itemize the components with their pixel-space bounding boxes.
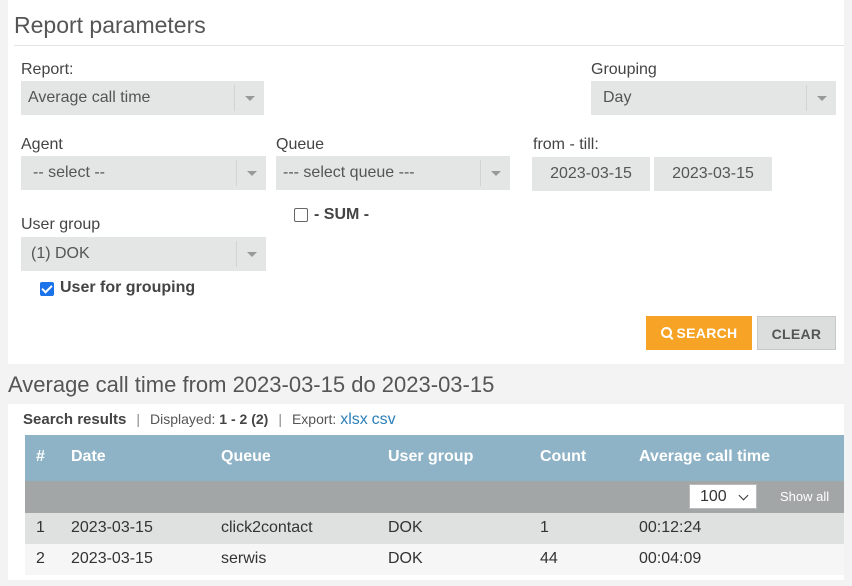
user-group-label: User group — [21, 216, 101, 233]
panel-title: Report parameters — [14, 12, 206, 38]
search-icon — [660, 327, 673, 339]
title-divider — [14, 45, 844, 46]
column-header-date[interactable]: Date — [71, 448, 106, 466]
user-for-grouping-label: User for grouping — [60, 279, 196, 296]
queue-label: Queue — [276, 136, 325, 153]
sum-checkbox[interactable] — [294, 208, 308, 222]
column-header-queue[interactable]: Queue — [221, 448, 271, 466]
displayed-label: Displayed: — [150, 411, 216, 427]
export-label: Export: — [291, 411, 337, 427]
search-results-label: Search results — [23, 411, 127, 428]
user-for-grouping-checkbox[interactable] — [40, 282, 54, 296]
results-title: Average call time from 2023-03-15 do 202… — [8, 372, 495, 397]
agent-label: Agent — [21, 136, 63, 153]
report-select[interactable]: Average call time — [21, 81, 264, 115]
grouping-select-value: Day — [603, 89, 632, 106]
queue-select[interactable]: --- select queue --- — [276, 156, 510, 190]
cell-queue: serwis — [221, 550, 267, 567]
cell-count: 1 — [540, 519, 549, 536]
user-group-select[interactable]: (1) DOK — [21, 237, 266, 271]
date-from-input[interactable]: 2023-03-15 — [532, 157, 650, 191]
queue-select-value: --- select queue --- — [283, 164, 415, 181]
user-group-select-value: (1) DOK — [31, 245, 90, 262]
grouping-label: Grouping — [591, 61, 657, 78]
from-till-label: from - till: — [533, 136, 599, 153]
cell-date: 2023-03-15 — [71, 550, 153, 567]
export-csv-link[interactable]: csv — [372, 411, 396, 428]
chevron-down-icon — [480, 160, 510, 186]
column-header-count[interactable]: Count — [540, 448, 586, 466]
cell-user-group: DOK — [388, 519, 423, 536]
pagination-row: 100 Show all — [25, 481, 844, 513]
clear-button[interactable]: CLEAR — [757, 316, 836, 350]
cell-average-call-time: 00:04:09 — [639, 550, 702, 567]
per-page-select[interactable]: 100 — [689, 484, 757, 509]
chevron-down-icon — [234, 85, 264, 111]
table-row: 1 2023-03-15 click2contact DOK 1 00:12:2… — [25, 513, 844, 544]
report-parameters-panel: Report parameters Report: Average call t… — [8, 0, 844, 364]
cell-number: 1 — [36, 519, 45, 536]
displayed-value: 1 - 2 (2) — [219, 411, 269, 427]
cell-queue: click2contact — [221, 519, 313, 536]
agent-select[interactable]: -- select -- — [21, 156, 266, 190]
cell-number: 2 — [36, 550, 45, 567]
column-header-user-group[interactable]: User group — [388, 448, 473, 466]
agent-select-value: -- select -- — [33, 164, 105, 181]
column-header-number[interactable]: # — [36, 448, 45, 466]
cell-user-group: DOK — [388, 550, 423, 567]
show-all-link[interactable]: Show all — [780, 489, 829, 504]
cell-count: 44 — [540, 550, 558, 567]
report-label: Report: — [21, 61, 74, 78]
search-button[interactable]: SEARCH — [646, 316, 752, 350]
chevron-down-icon — [236, 241, 266, 267]
table-row: 2 2023-03-15 serwis DOK 44 00:04:09 — [25, 544, 844, 575]
table-header: # Date Queue User group Count Average ca… — [25, 435, 844, 481]
export-xlsx-link[interactable]: xlsx — [340, 411, 368, 428]
chevron-down-icon — [236, 160, 266, 186]
chevron-down-icon — [806, 85, 836, 111]
column-header-average-call-time[interactable]: Average call time — [639, 448, 770, 466]
cell-average-call-time: 00:12:24 — [639, 519, 702, 536]
cell-date: 2023-03-15 — [71, 519, 153, 536]
sum-label: - SUM - — [314, 206, 370, 223]
separator: | — [278, 411, 282, 427]
results-summary-bar: Search results | Displayed: 1 - 2 (2) | Expo… — [23, 411, 396, 429]
report-select-value: Average call time — [28, 89, 151, 106]
search-button-label: SEARCH — [676, 325, 738, 341]
grouping-select[interactable]: Day — [591, 81, 836, 115]
separator: | — [136, 411, 141, 427]
date-till-input[interactable]: 2023-03-15 — [654, 157, 772, 191]
